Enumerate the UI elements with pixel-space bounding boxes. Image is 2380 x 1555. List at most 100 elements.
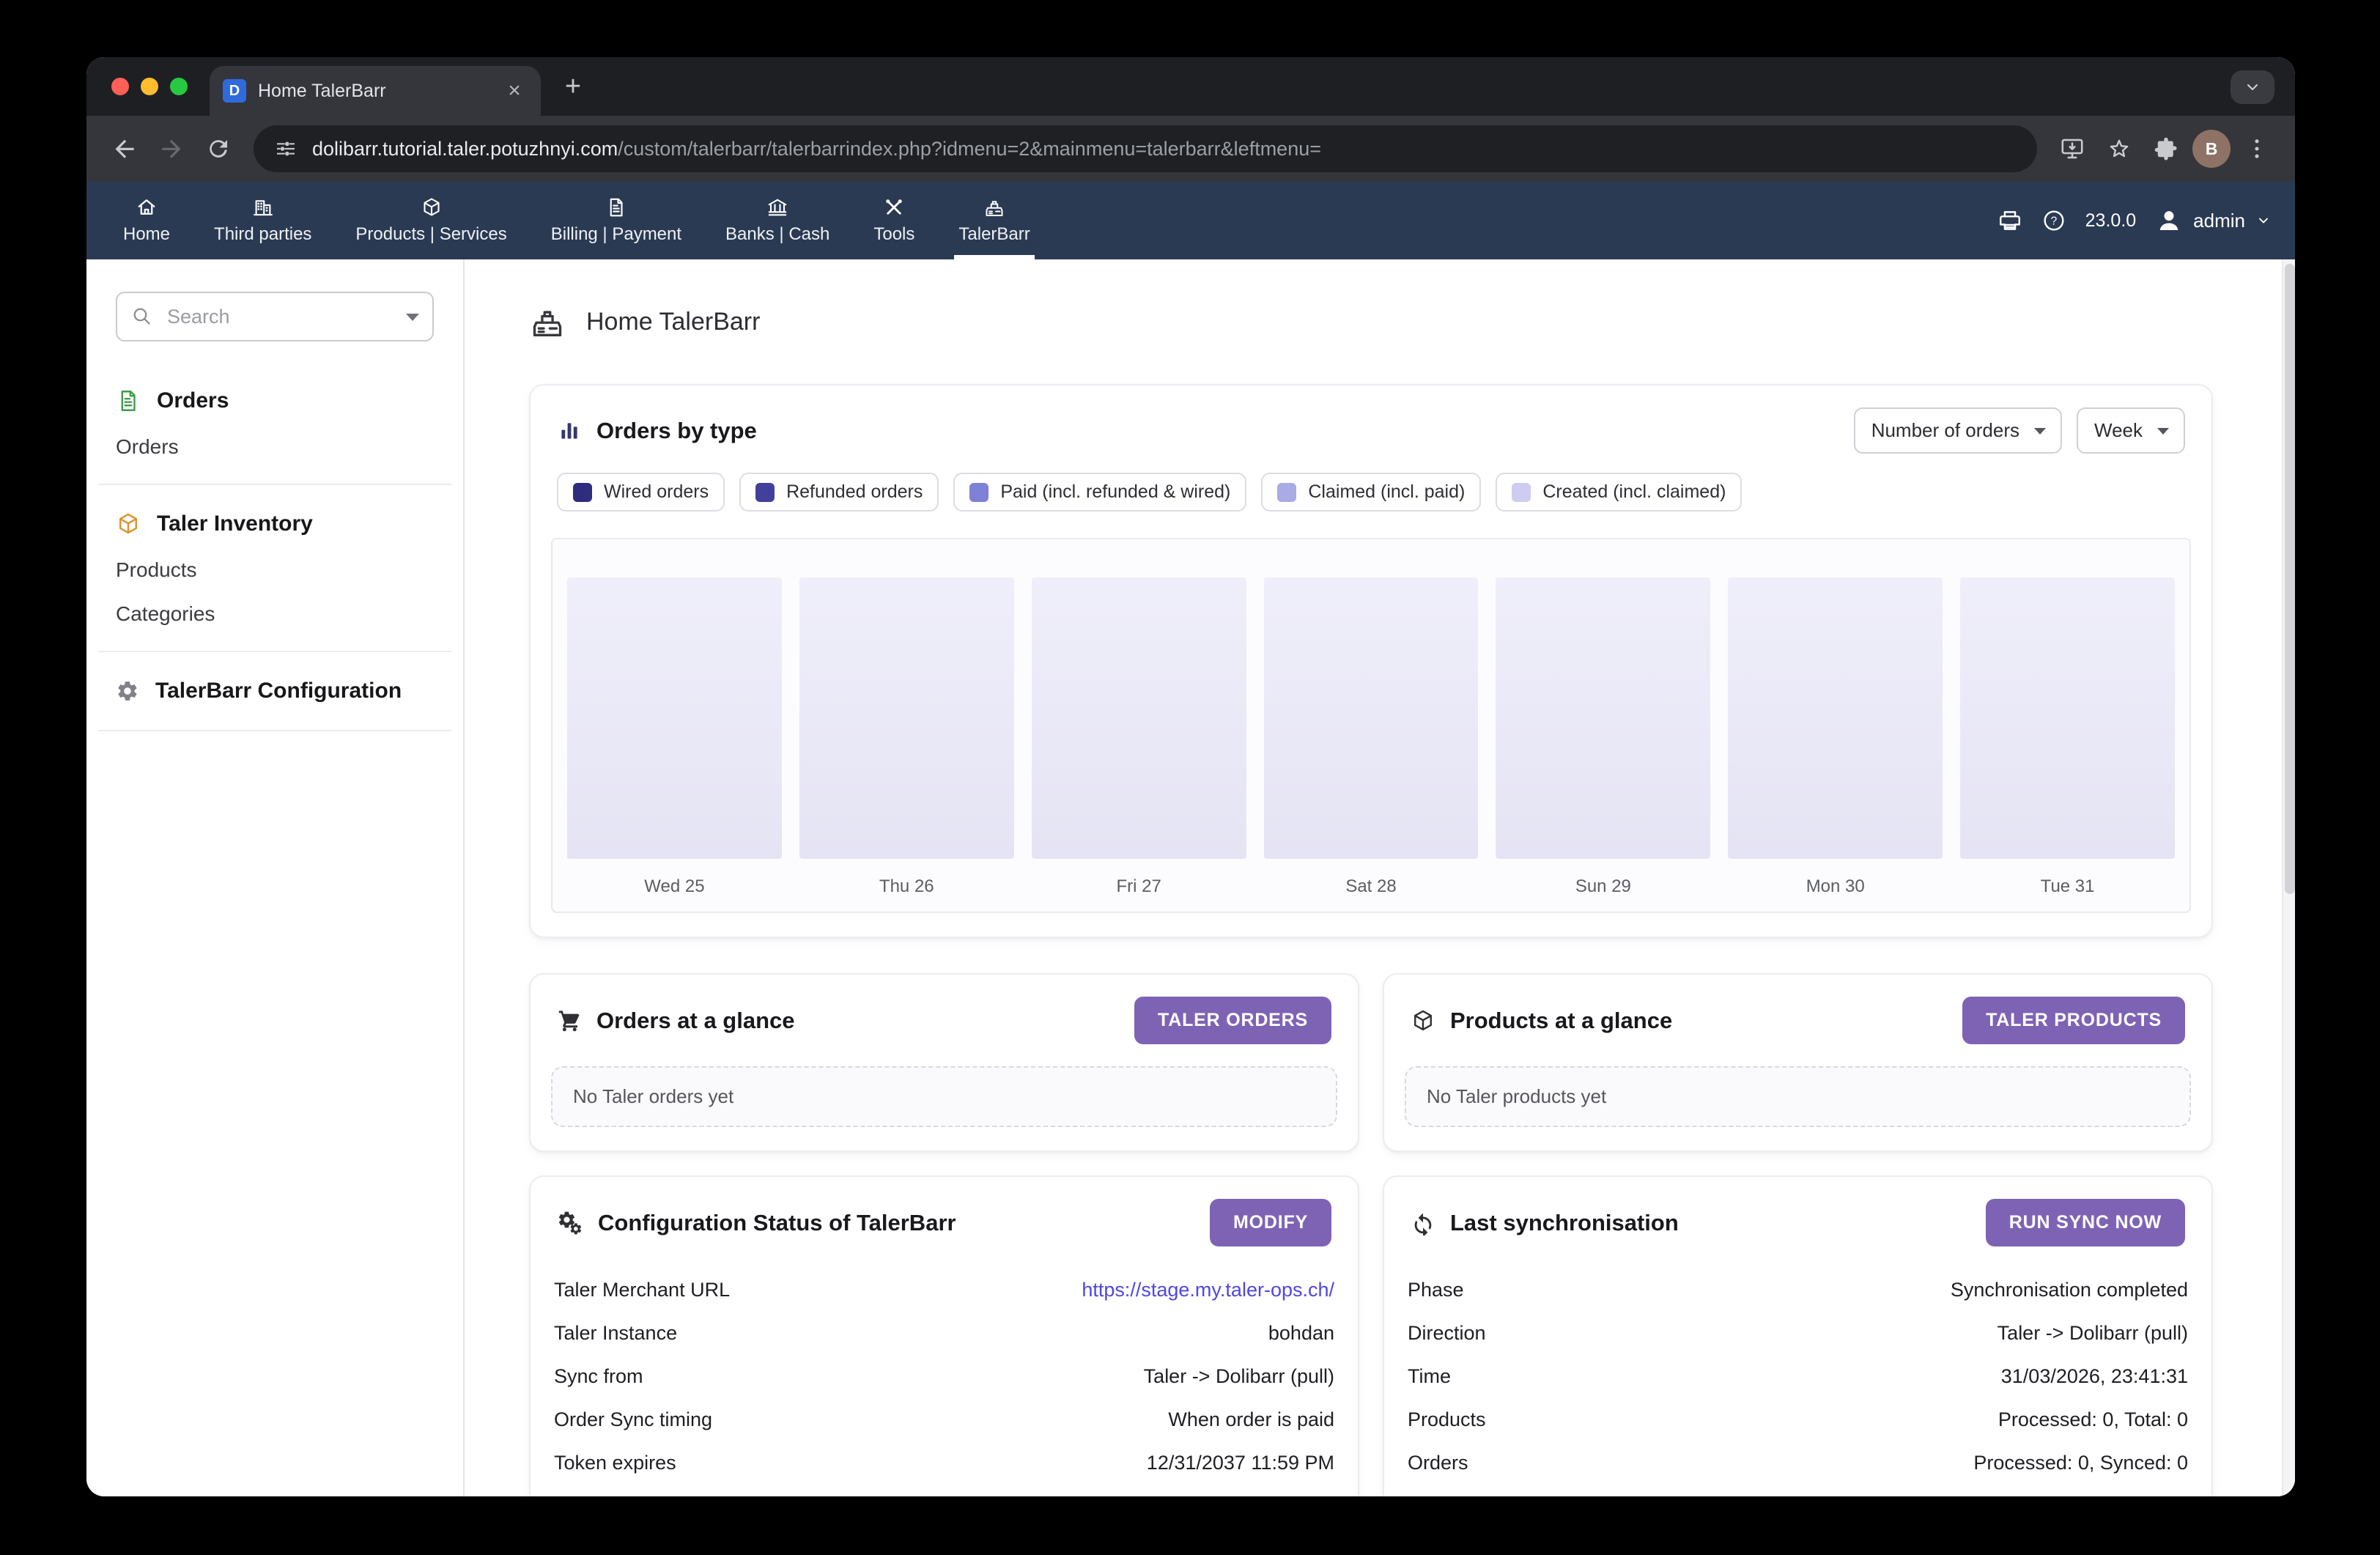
- user-menu[interactable]: admin: [2155, 207, 2272, 234]
- menu-item-banks-cash[interactable]: Banks | Cash: [703, 182, 851, 259]
- scrollbar-thumb[interactable]: [2285, 264, 2295, 894]
- row-value: 12/31/2037 11:59 PM: [1147, 1452, 1334, 1474]
- card-title: Last synchronisation: [1450, 1210, 1679, 1236]
- tab-title: Home TalerBarr: [258, 81, 489, 102]
- orders-chart: Wed 25 Thu 26 Fri 27 Sat 28 Sun 29 Mon 3…: [551, 538, 2191, 913]
- legend-swatch: [755, 483, 775, 502]
- menu-label: Products | Services: [355, 224, 506, 245]
- bookmark-button[interactable]: [2096, 125, 2143, 172]
- menu-item-products-services[interactable]: Products | Services: [333, 182, 528, 259]
- row-label: Taler Merchant URL: [554, 1279, 730, 1301]
- page-header: Home TalerBarr: [529, 303, 2213, 340]
- maximize-window-button[interactable]: [170, 78, 188, 95]
- sync-row-orders: Orders Processed: 0, Synced: 0: [1408, 1441, 2188, 1485]
- url-host: dolibarr.tutorial.taler.potuzhnyi.com: [312, 138, 618, 160]
- row-label: Direction: [1408, 1322, 1486, 1345]
- sidebar: Orders Orders Taler Inventory Products C…: [86, 259, 465, 1496]
- taler-orders-button[interactable]: TALER ORDERS: [1134, 997, 1331, 1044]
- box-icon: [1411, 1008, 1435, 1033]
- search-dropdown-caret[interactable]: [406, 314, 419, 321]
- close-window-button[interactable]: [111, 78, 129, 95]
- sidebar-link-orders[interactable]: Orders: [86, 425, 463, 469]
- browser-tab[interactable]: D Home TalerBarr ×: [210, 66, 541, 116]
- new-tab-button[interactable]: +: [552, 66, 594, 107]
- legend-swatch: [969, 483, 988, 502]
- row-value: Processed: 0, Total: 0: [1998, 1408, 2188, 1431]
- print-icon[interactable]: [1998, 208, 2022, 233]
- minimize-window-button[interactable]: [141, 78, 158, 95]
- browser-menu-button[interactable]: [2233, 125, 2280, 172]
- legend-item-wired-orders[interactable]: Wired orders: [557, 473, 725, 511]
- sidebar-link-categories[interactable]: Categories: [86, 592, 463, 636]
- bar-chart-icon: [557, 418, 582, 443]
- sidebar-section-title: TalerBarr Configuration: [155, 679, 402, 703]
- profile-avatar[interactable]: B: [2192, 130, 2231, 168]
- info-row: Configuration Status of TalerBarr MODIFY…: [529, 1175, 2213, 1496]
- menu-item-home[interactable]: Home: [101, 182, 192, 259]
- back-button[interactable]: [101, 125, 148, 172]
- page-scrollbar[interactable]: [2282, 259, 2295, 1496]
- bank-icon: [766, 196, 788, 218]
- chart-legend: Wired orders Refunded orders Paid (incl.…: [531, 470, 2211, 535]
- configuration-status-card: Configuration Status of TalerBarr MODIFY…: [529, 1175, 1359, 1496]
- row-value: Synchronisation completed: [1951, 1279, 2188, 1301]
- sync-row-products: Products Processed: 0, Total: 0: [1408, 1398, 2188, 1441]
- sync-row-direction: Direction Taler -> Dolibarr (pull): [1408, 1312, 2188, 1355]
- legend-item-paid[interactable]: Paid (incl. refunded & wired): [953, 473, 1246, 511]
- sync-row-time: Time 31/03/2026, 23:41:31: [1408, 1355, 2188, 1398]
- help-icon[interactable]: ?: [2041, 208, 2066, 233]
- x-axis-label: Mon 30: [1728, 876, 1943, 900]
- forward-button[interactable]: [148, 125, 195, 172]
- period-select[interactable]: Week: [2077, 407, 2185, 454]
- menu-label: Third parties: [214, 224, 311, 245]
- run-sync-now-button[interactable]: RUN SYNC NOW: [1986, 1199, 2185, 1246]
- modify-button[interactable]: MODIFY: [1210, 1199, 1331, 1246]
- legend-label: Refunded orders: [786, 481, 923, 503]
- tab-search-button[interactable]: [2231, 70, 2274, 104]
- menu-item-third-parties[interactable]: Third parties: [192, 182, 333, 259]
- chart-bar: [1728, 577, 1943, 859]
- home-icon: [136, 196, 158, 218]
- chart-bar: [1960, 577, 2175, 859]
- card-title: Orders at a glance: [596, 1008, 795, 1034]
- taler-products-button[interactable]: TALER PRODUCTS: [1962, 997, 2185, 1044]
- row-value: 31/03/2026, 23:41:31: [2001, 1365, 2188, 1388]
- row-value: Processed: 0, Synced: 0: [1973, 1452, 2188, 1474]
- page-title: Home TalerBarr: [586, 308, 760, 336]
- legend-item-created[interactable]: Created (incl. claimed): [1496, 473, 1742, 511]
- row-label: Taler Instance: [554, 1322, 677, 1345]
- install-app-button[interactable]: [2049, 125, 2096, 172]
- cart-icon: [557, 1008, 582, 1033]
- legend-item-claimed[interactable]: Claimed (incl. paid): [1261, 473, 1481, 511]
- chart-controls: Number of orders Week: [1854, 407, 2185, 454]
- legend-item-refunded-orders[interactable]: Refunded orders: [739, 473, 939, 511]
- x-axis-label: Wed 25: [567, 876, 782, 900]
- version-label: 23.0.0: [2085, 210, 2137, 232]
- metric-select[interactable]: Number of orders: [1854, 407, 2062, 454]
- merchant-url-link[interactable]: https://stage.my.taler-ops.ch/: [1082, 1279, 1334, 1301]
- x-axis-label: Tue 31: [1960, 876, 2175, 900]
- sidebar-divider: [98, 730, 451, 731]
- address-bar[interactable]: dolibarr.tutorial.taler.potuzhnyi.com/cu…: [254, 125, 2037, 172]
- tab-close-icon[interactable]: ×: [501, 78, 528, 104]
- sync-rows: Phase Synchronisation completed Directio…: [1384, 1263, 2211, 1496]
- menu-item-talerbarr[interactable]: TalerBarr: [936, 182, 1052, 259]
- username-label: admin: [2193, 210, 2245, 232]
- configuration-status-header: Configuration Status of TalerBarr MODIFY: [531, 1177, 1358, 1263]
- search-input[interactable]: [116, 292, 434, 341]
- extensions-button[interactable]: [2143, 125, 2189, 172]
- sidebar-section-talerbarr-configuration[interactable]: TalerBarr Configuration: [86, 667, 463, 715]
- legend-label: Claimed (incl. paid): [1308, 481, 1465, 503]
- url-text: dolibarr.tutorial.taler.potuzhnyi.com/cu…: [312, 138, 2017, 160]
- reload-button[interactable]: [195, 125, 242, 172]
- row-value: When order is paid: [1168, 1408, 1334, 1431]
- card-title: Orders by type: [596, 418, 757, 444]
- search-icon: [130, 305, 152, 327]
- orders-glance-header: Orders at a glance TALER ORDERS: [531, 975, 1358, 1060]
- site-settings-icon[interactable]: [274, 137, 298, 160]
- menu-item-tools[interactable]: Tools: [851, 182, 936, 259]
- document-icon: [116, 388, 141, 413]
- menu-item-billing-payment[interactable]: Billing | Payment: [529, 182, 703, 259]
- sidebar-link-products[interactable]: Products: [86, 548, 463, 592]
- tab-favicon: D: [223, 79, 246, 103]
